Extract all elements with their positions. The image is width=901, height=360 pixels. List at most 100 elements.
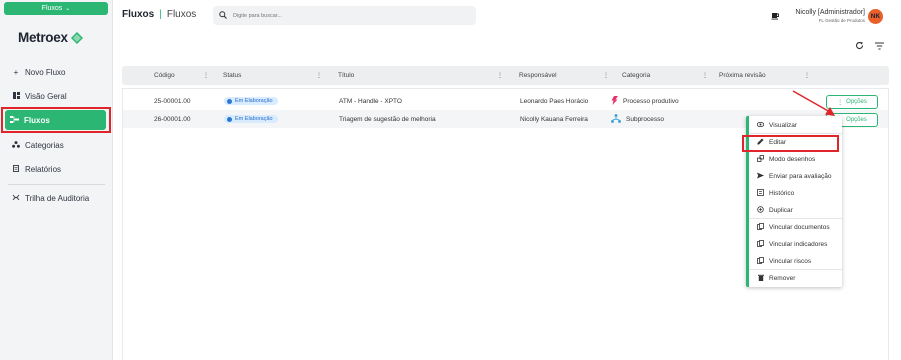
column-header-proxima-revisao[interactable]: Próxima revisão: [719, 66, 766, 85]
column-header-status[interactable]: Status: [223, 66, 241, 85]
eye-icon: [756, 121, 765, 129]
menu-item-label: Modo desenhos: [769, 155, 816, 163]
sidebar-item-label: Categorias: [25, 140, 64, 150]
link-indicator-icon: [757, 239, 764, 249]
sidebar-item-relatorios[interactable]: Relatórios: [12, 161, 61, 177]
status-dot-icon: [227, 116, 232, 122]
menu-divider: [749, 269, 842, 270]
page-title-sub: Fluxos: [166, 9, 197, 20]
highlight-box-editar: [742, 135, 839, 152]
menu-item-label: Remover: [769, 274, 796, 282]
draw-mode-icon: [757, 154, 764, 164]
status-dot-icon: [227, 98, 232, 104]
send-icon: [757, 172, 764, 181]
title-separator: |: [159, 9, 162, 20]
cell-owner: Leonardo Paes Horácio: [520, 97, 589, 105]
category-label: Subprocesso: [626, 115, 664, 123]
menu-item-label: Vincular riscos: [769, 257, 812, 265]
menu-item-historico[interactable]: Histórico: [757, 187, 794, 199]
logo-mark-icon: [70, 31, 83, 44]
menu-item-vincular-documentos[interactable]: Vincular documentos: [757, 221, 830, 233]
sidebar-item-label: Trilha de Auditoria: [25, 193, 90, 203]
sidebar-item-trilha-auditoria[interactable]: Trilha de Auditoria: [12, 190, 89, 206]
cell-status: Em Elaboração: [224, 92, 278, 110]
menu-item-vincular-indicadores[interactable]: Vincular indicadores: [757, 238, 827, 250]
report-icon: [12, 164, 20, 174]
cell-title: Triagem de sugestão de melhoria: [339, 115, 436, 123]
cell-category: Processo produtivo: [611, 92, 679, 110]
logo-text: Metroex: [18, 30, 68, 45]
menu-divider: [749, 218, 842, 219]
column-menu-icon[interactable]: ⋮: [804, 72, 810, 79]
column-menu-icon[interactable]: ⋮: [203, 72, 209, 79]
user-name: Nicolly [Administrador]: [795, 9, 865, 16]
cell-category: Subprocesso: [611, 110, 664, 128]
sidebar-item-label: Novo Fluxo: [25, 67, 66, 77]
column-menu-icon[interactable]: ⋮: [316, 72, 322, 79]
search-input[interactable]: [233, 12, 433, 19]
options-label: Opções: [846, 117, 867, 123]
logo: Metroex: [18, 30, 83, 45]
menu-item-label: Vincular documentos: [769, 223, 830, 231]
column-header-categoria[interactable]: Categoria: [622, 66, 650, 85]
sidebar: Fluxos ⌄ Metroex + Novo Fluxo Visão Gera…: [0, 0, 113, 360]
status-badge-label: Em Elaboração: [235, 98, 273, 104]
status-badge-label: Em Elaboração: [235, 116, 273, 122]
column-header-titulo[interactable]: Título: [338, 66, 354, 85]
duplicate-icon: [757, 205, 764, 215]
menu-item-enviar-avaliacao[interactable]: Enviar para avaliação: [757, 170, 832, 182]
category-label: Processo produtivo: [623, 97, 679, 105]
filter-icon[interactable]: [875, 42, 884, 52]
trash-icon: [757, 274, 764, 283]
column-header-responsavel[interactable]: Responsável: [519, 66, 557, 85]
column-menu-icon[interactable]: ⋮: [702, 72, 708, 79]
user-role: FL Gestão de Produtos: [818, 18, 865, 23]
cell-title: ATM - Handle - XPTO: [339, 97, 402, 105]
dashboard-icon: [12, 91, 20, 101]
sidebar-item-novo-fluxo[interactable]: + Novo Fluxo: [12, 64, 66, 80]
table-header: Código ⋮ Status ⋮ Título ⋮ Responsável ⋮…: [122, 66, 889, 85]
menu-item-label: Histórico: [769, 189, 795, 197]
search-icon: [219, 10, 227, 21]
menu-item-label: Enviar para avaliação: [769, 172, 832, 180]
menu-divider: [749, 133, 842, 134]
page-title-main: Fluxos: [122, 9, 155, 20]
menu-item-remover[interactable]: Remover: [757, 272, 795, 284]
plus-icon: +: [13, 67, 19, 77]
highlight-box-fluxos: [1, 107, 111, 133]
menu-item-label: Duplicar: [769, 206, 793, 214]
menu-item-visualizar[interactable]: Visualizar: [756, 119, 798, 131]
menu-item-label: Visualizar: [769, 121, 798, 129]
chevron-down-icon: ⌄: [65, 6, 71, 12]
module-selector[interactable]: Fluxos ⌄: [4, 2, 108, 15]
column-header-codigo[interactable]: Código: [154, 66, 175, 85]
menu-item-modo-desenhos[interactable]: Modo desenhos: [757, 153, 815, 165]
avatar[interactable]: NK: [868, 9, 883, 24]
menu-item-duplicar[interactable]: Duplicar: [757, 204, 793, 216]
page-title: Fluxos | Fluxos: [122, 9, 196, 20]
user-info[interactable]: Nicolly [Administrador] FL Gestão de Pro…: [781, 9, 865, 25]
more-vertical-icon: ⋮: [837, 99, 844, 106]
refresh-icon[interactable]: [855, 41, 864, 53]
history-icon: [757, 188, 764, 198]
link-doc-icon: [757, 222, 764, 232]
cell-code: 25-00001.00: [154, 97, 191, 105]
annotation-arrow-icon: [792, 90, 835, 116]
audit-icon: [12, 194, 20, 203]
sidebar-item-visao-geral[interactable]: Visão Geral: [12, 88, 67, 104]
cell-code: 26-00001.00: [154, 115, 191, 123]
menu-item-label: Vincular indicadores: [769, 240, 828, 248]
subprocess-icon: [611, 113, 621, 125]
sidebar-divider: [8, 184, 105, 185]
categories-icon: [12, 140, 20, 150]
table-row[interactable]: 25-00001.00 Em Elaboração ATM - Handle -…: [123, 92, 888, 110]
coffee-cup-icon[interactable]: [771, 11, 780, 22]
options-label: Opções: [846, 99, 867, 105]
column-menu-icon[interactable]: ⋮: [603, 72, 609, 79]
lightning-icon: [611, 95, 618, 107]
link-risk-icon: [757, 256, 764, 266]
search-bar[interactable]: [213, 6, 476, 25]
column-menu-icon[interactable]: ⋮: [497, 72, 503, 79]
sidebar-item-categorias[interactable]: Categorias: [12, 137, 64, 153]
menu-item-vincular-riscos[interactable]: Vincular riscos: [757, 255, 811, 267]
